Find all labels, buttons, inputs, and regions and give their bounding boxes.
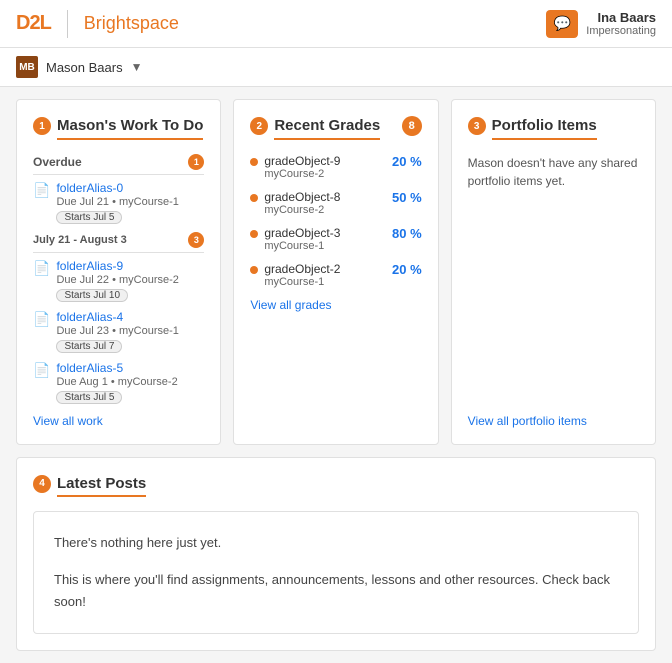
recent-grades-card: 2 Recent Grades 8 gradeObject-9 myCourse… — [233, 99, 438, 445]
brightspace-brand: Brightspace — [84, 13, 179, 34]
portfolio-card: 3 Portfolio Items Mason doesn't have any… — [451, 99, 656, 445]
file-icon-1: 📄 — [33, 311, 50, 328]
date-range-item-info-2: folderAlias-5 Due Aug 1 • myCourse-2 Sta… — [56, 361, 204, 404]
grades-header: 2 Recent Grades 8 — [250, 116, 421, 140]
grades-count-badge: 8 — [402, 116, 422, 136]
view-all-grades-link[interactable]: View all grades — [250, 298, 421, 312]
user-select-name: Mason Baars — [46, 60, 123, 75]
work-to-do-badge: 1 — [33, 117, 51, 135]
impersonating-label: Impersonating — [586, 25, 656, 37]
portfolio-badge: 3 — [468, 117, 486, 135]
date-range-item-tag-0: Starts Jul 10 — [56, 289, 128, 302]
work-to-do-title: Mason's Work To Do — [57, 116, 203, 140]
grade-dot-2 — [250, 230, 258, 238]
latest-posts-title-wrap: 4 Latest Posts — [33, 474, 146, 498]
portfolio-empty-message: Mason doesn't have any shared portfolio … — [468, 154, 639, 190]
date-range-item-0: 📄 folderAlias-9 Due Jul 22 • myCourse-2 … — [33, 259, 204, 302]
grade-name-3[interactable]: gradeObject-2 — [264, 262, 386, 276]
d2l-logo: D2L — [16, 12, 51, 35]
user-thumb-icon: MB — [16, 56, 38, 78]
file-icon-0: 📄 — [33, 260, 50, 277]
grade-percent-2: 80 % — [392, 226, 422, 241]
overdue-count-badge: 1 — [188, 154, 204, 170]
grade-percent-3: 20 % — [392, 262, 422, 277]
dropdown-arrow-icon[interactable]: ▼ — [131, 60, 143, 74]
grade-item-2: gradeObject-3 myCourse-1 80 % — [250, 226, 421, 252]
overdue-label: Overdue — [33, 155, 82, 169]
date-range-item-name-1[interactable]: folderAlias-4 — [56, 310, 204, 324]
portfolio-header: 3 Portfolio Items — [468, 116, 639, 140]
header: D2L Brightspace 💬 Ina Baars Impersonatin… — [0, 0, 672, 48]
file-icon-2: 📄 — [33, 362, 50, 379]
grade-percent-1: 50 % — [392, 190, 422, 205]
file-icon: 📄 — [33, 182, 50, 199]
grade-course-1: myCourse-2 — [264, 204, 386, 216]
main-content: 1 Mason's Work To Do Overdue 1 📄 folderA… — [0, 87, 672, 663]
logo-divider — [67, 10, 68, 38]
date-range-item-tag-2: Starts Jul 5 — [56, 391, 122, 404]
grade-info-0: gradeObject-9 myCourse-2 — [264, 154, 386, 180]
date-range-label: July 21 - August 3 — [33, 234, 127, 246]
date-range-item-name-0[interactable]: folderAlias-9 — [56, 259, 204, 273]
grade-item-1: gradeObject-8 myCourse-2 50 % — [250, 190, 421, 216]
view-all-work-link[interactable]: View all work — [33, 414, 204, 428]
date-range-item-meta-2: Due Aug 1 • myCourse-2 — [56, 376, 204, 388]
date-range-item-name-2[interactable]: folderAlias-5 — [56, 361, 204, 375]
date-range-section-label: July 21 - August 3 3 — [33, 232, 204, 253]
grade-course-3: myCourse-1 — [264, 276, 386, 288]
grade-course-2: myCourse-1 — [264, 240, 386, 252]
grade-course-0: myCourse-2 — [264, 168, 386, 180]
date-range-item-2: 📄 folderAlias-5 Due Aug 1 • myCourse-2 S… — [33, 361, 204, 404]
date-range-item-info-1: folderAlias-4 Due Jul 23 • myCourse-1 St… — [56, 310, 204, 353]
posts-empty-line1: There's nothing here just yet. — [54, 532, 618, 554]
date-range-count-badge: 3 — [188, 232, 204, 248]
overdue-item-name[interactable]: folderAlias-0 — [56, 181, 204, 195]
latest-posts-card: 4 Latest Posts There's nothing here just… — [16, 457, 656, 652]
user-info: Ina Baars Impersonating — [586, 10, 656, 37]
overdue-item-tag: Starts Jul 5 — [56, 211, 122, 224]
grade-item-0: gradeObject-9 myCourse-2 20 % — [250, 154, 421, 180]
work-to-do-header: 1 Mason's Work To Do — [33, 116, 204, 140]
grades-badge: 2 — [250, 117, 268, 135]
grade-info-2: gradeObject-3 myCourse-1 — [264, 226, 386, 252]
latest-posts-header: 4 Latest Posts — [33, 474, 639, 498]
posts-empty-line2: This is where you'll find assignments, a… — [54, 569, 618, 613]
overdue-item-info: folderAlias-0 Due Jul 21 • myCourse-1 St… — [56, 181, 204, 224]
grade-name-2[interactable]: gradeObject-3 — [264, 226, 386, 240]
overdue-item-0: 📄 folderAlias-0 Due Jul 21 • myCourse-1 … — [33, 181, 204, 224]
overdue-item-meta: Due Jul 21 • myCourse-1 — [56, 196, 204, 208]
grade-name-1[interactable]: gradeObject-8 — [264, 190, 386, 204]
user-avatar-icon[interactable]: 💬 — [546, 10, 578, 38]
posts-empty-area: There's nothing here just yet. This is w… — [33, 511, 639, 634]
grades-title-wrap: 2 Recent Grades — [250, 116, 380, 140]
portfolio-title-wrap: 3 Portfolio Items — [468, 116, 597, 140]
header-right: 💬 Ina Baars Impersonating — [546, 10, 656, 38]
sub-header: MB Mason Baars ▼ — [0, 48, 672, 87]
grade-percent-0: 20 % — [392, 154, 422, 169]
portfolio-title: Portfolio Items — [492, 116, 597, 140]
grades-title: Recent Grades — [274, 116, 380, 140]
grade-item-3: gradeObject-2 myCourse-1 20 % — [250, 262, 421, 288]
latest-posts-badge: 4 — [33, 475, 51, 493]
overdue-section-label: Overdue 1 — [33, 154, 204, 175]
work-to-do-title-wrap: 1 Mason's Work To Do — [33, 116, 203, 140]
view-all-portfolio-link[interactable]: View all portfolio items — [468, 414, 587, 428]
date-range-item-info-0: folderAlias-9 Due Jul 22 • myCourse-2 St… — [56, 259, 204, 302]
grade-info-3: gradeObject-2 myCourse-1 — [264, 262, 386, 288]
grade-dot-3 — [250, 266, 258, 274]
date-range-item-meta-0: Due Jul 22 • myCourse-2 — [56, 274, 204, 286]
grade-dot-0 — [250, 158, 258, 166]
date-range-item-meta-1: Due Jul 23 • myCourse-1 — [56, 325, 204, 337]
date-range-item-tag-1: Starts Jul 7 — [56, 340, 122, 353]
work-to-do-card: 1 Mason's Work To Do Overdue 1 📄 folderA… — [16, 99, 221, 445]
header-left: D2L Brightspace — [16, 10, 179, 38]
grade-name-0[interactable]: gradeObject-9 — [264, 154, 386, 168]
date-range-item-1: 📄 folderAlias-4 Due Jul 23 • myCourse-1 … — [33, 310, 204, 353]
grade-info-1: gradeObject-8 myCourse-2 — [264, 190, 386, 216]
header-user-name: Ina Baars — [586, 10, 656, 25]
latest-posts-title: Latest Posts — [57, 474, 146, 498]
grade-dot-1 — [250, 194, 258, 202]
top-grid: 1 Mason's Work To Do Overdue 1 📄 folderA… — [16, 99, 656, 445]
